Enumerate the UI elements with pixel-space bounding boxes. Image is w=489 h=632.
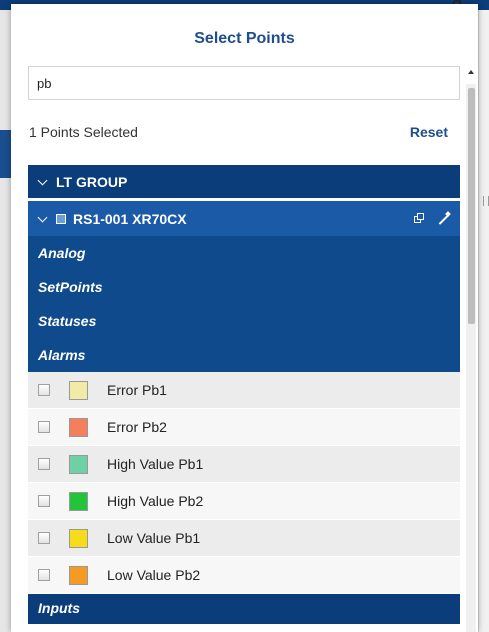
color-swatch[interactable] [69, 491, 88, 511]
color-swatch[interactable] [69, 454, 88, 474]
scroll-up-arrow-icon[interactable] [468, 70, 474, 74]
background-left-band [0, 130, 11, 178]
device-header[interactable]: RS1-001 XR70CX [28, 201, 460, 236]
category-alarms[interactable]: Alarms [28, 338, 460, 372]
scrollbar-thumb[interactable] [468, 88, 475, 324]
background-resize-handle [483, 196, 489, 206]
category-analog[interactable]: Analog [28, 236, 460, 270]
background-right-panel [478, 10, 489, 632]
point-checkbox[interactable] [38, 569, 50, 581]
point-checkbox[interactable] [38, 421, 50, 433]
dialog-title: Select Points [194, 30, 295, 47]
select-points-dialog: Select Points 1 Points Selected Reset LT… [11, 4, 478, 632]
search-input[interactable] [28, 66, 460, 100]
magic-wand-icon[interactable] [438, 213, 450, 225]
category-inputs[interactable]: Inputs [28, 594, 460, 624]
list-item[interactable]: Error Pb1 [28, 372, 460, 409]
list-item[interactable]: High Value Pb2 [28, 483, 460, 520]
points-tree: LT GROUP RS1-001 XR70CX Analog SetPoints… [28, 165, 460, 624]
category-setpoints[interactable]: SetPoints [28, 270, 460, 304]
point-label: High Value Pb2 [107, 493, 204, 509]
list-item[interactable]: Low Value Pb1 [28, 520, 460, 557]
background-left-panel [0, 10, 11, 632]
chevron-down-icon [38, 214, 48, 224]
list-item[interactable]: Error Pb2 [28, 409, 460, 446]
color-swatch[interactable] [69, 565, 88, 585]
group-label: LT GROUP [56, 173, 128, 190]
point-label: Low Value Pb2 [107, 567, 201, 583]
color-swatch[interactable] [69, 528, 88, 548]
point-checkbox[interactable] [38, 495, 50, 507]
list-item[interactable]: High Value Pb1 [28, 446, 460, 483]
point-checkbox[interactable] [38, 458, 50, 470]
point-label: Error Pb1 [107, 382, 167, 398]
device-label: RS1-001 XR70CX [73, 210, 187, 227]
point-label: High Value Pb1 [107, 456, 204, 472]
selected-count: 1 Points Selected [29, 124, 138, 140]
category-statuses[interactable]: Statuses [28, 304, 460, 338]
device-checkbox[interactable] [56, 213, 66, 224]
point-checkbox[interactable] [38, 532, 50, 544]
reset-button[interactable]: Reset [410, 124, 448, 140]
list-item[interactable]: Low Value Pb2 [28, 557, 460, 594]
point-label: Error Pb2 [107, 419, 167, 435]
color-swatch[interactable] [69, 380, 88, 400]
group-header[interactable]: LT GROUP [28, 165, 460, 198]
color-swatch[interactable] [69, 417, 88, 437]
chevron-down-icon [38, 177, 48, 187]
point-label: Low Value Pb1 [107, 530, 201, 546]
copy-icon[interactable] [414, 212, 426, 225]
point-checkbox[interactable] [38, 384, 50, 396]
